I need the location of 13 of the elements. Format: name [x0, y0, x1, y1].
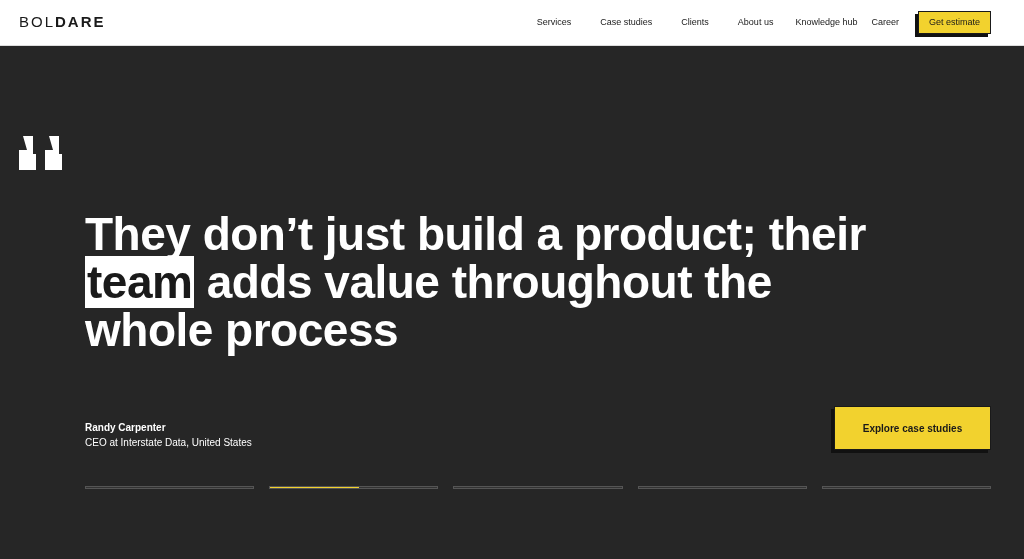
quote-text: They don’t just build a product; their team adds value throughout the whole process	[85, 210, 867, 354]
explore-button[interactable]: Explore case studies	[834, 406, 991, 450]
nav-link[interactable]: Knowledge hub	[795, 15, 858, 30]
nav-link[interactable]: Case studies	[600, 15, 653, 30]
nav-link[interactable]: Services	[536, 15, 572, 30]
logo[interactable]: BOLDARE	[19, 11, 106, 34]
nav-link[interactable]: Career	[871, 15, 899, 30]
slide-progress[interactable]	[269, 486, 439, 489]
nav-link[interactable]: Clients	[681, 15, 709, 30]
author-name: Randy Carpenter	[85, 421, 167, 435]
author-role: CEO at Interstate Data, United States	[85, 436, 252, 450]
estimate-button[interactable]: Get estimate	[917, 10, 991, 35]
nav-link[interactable]: About us	[737, 15, 774, 30]
